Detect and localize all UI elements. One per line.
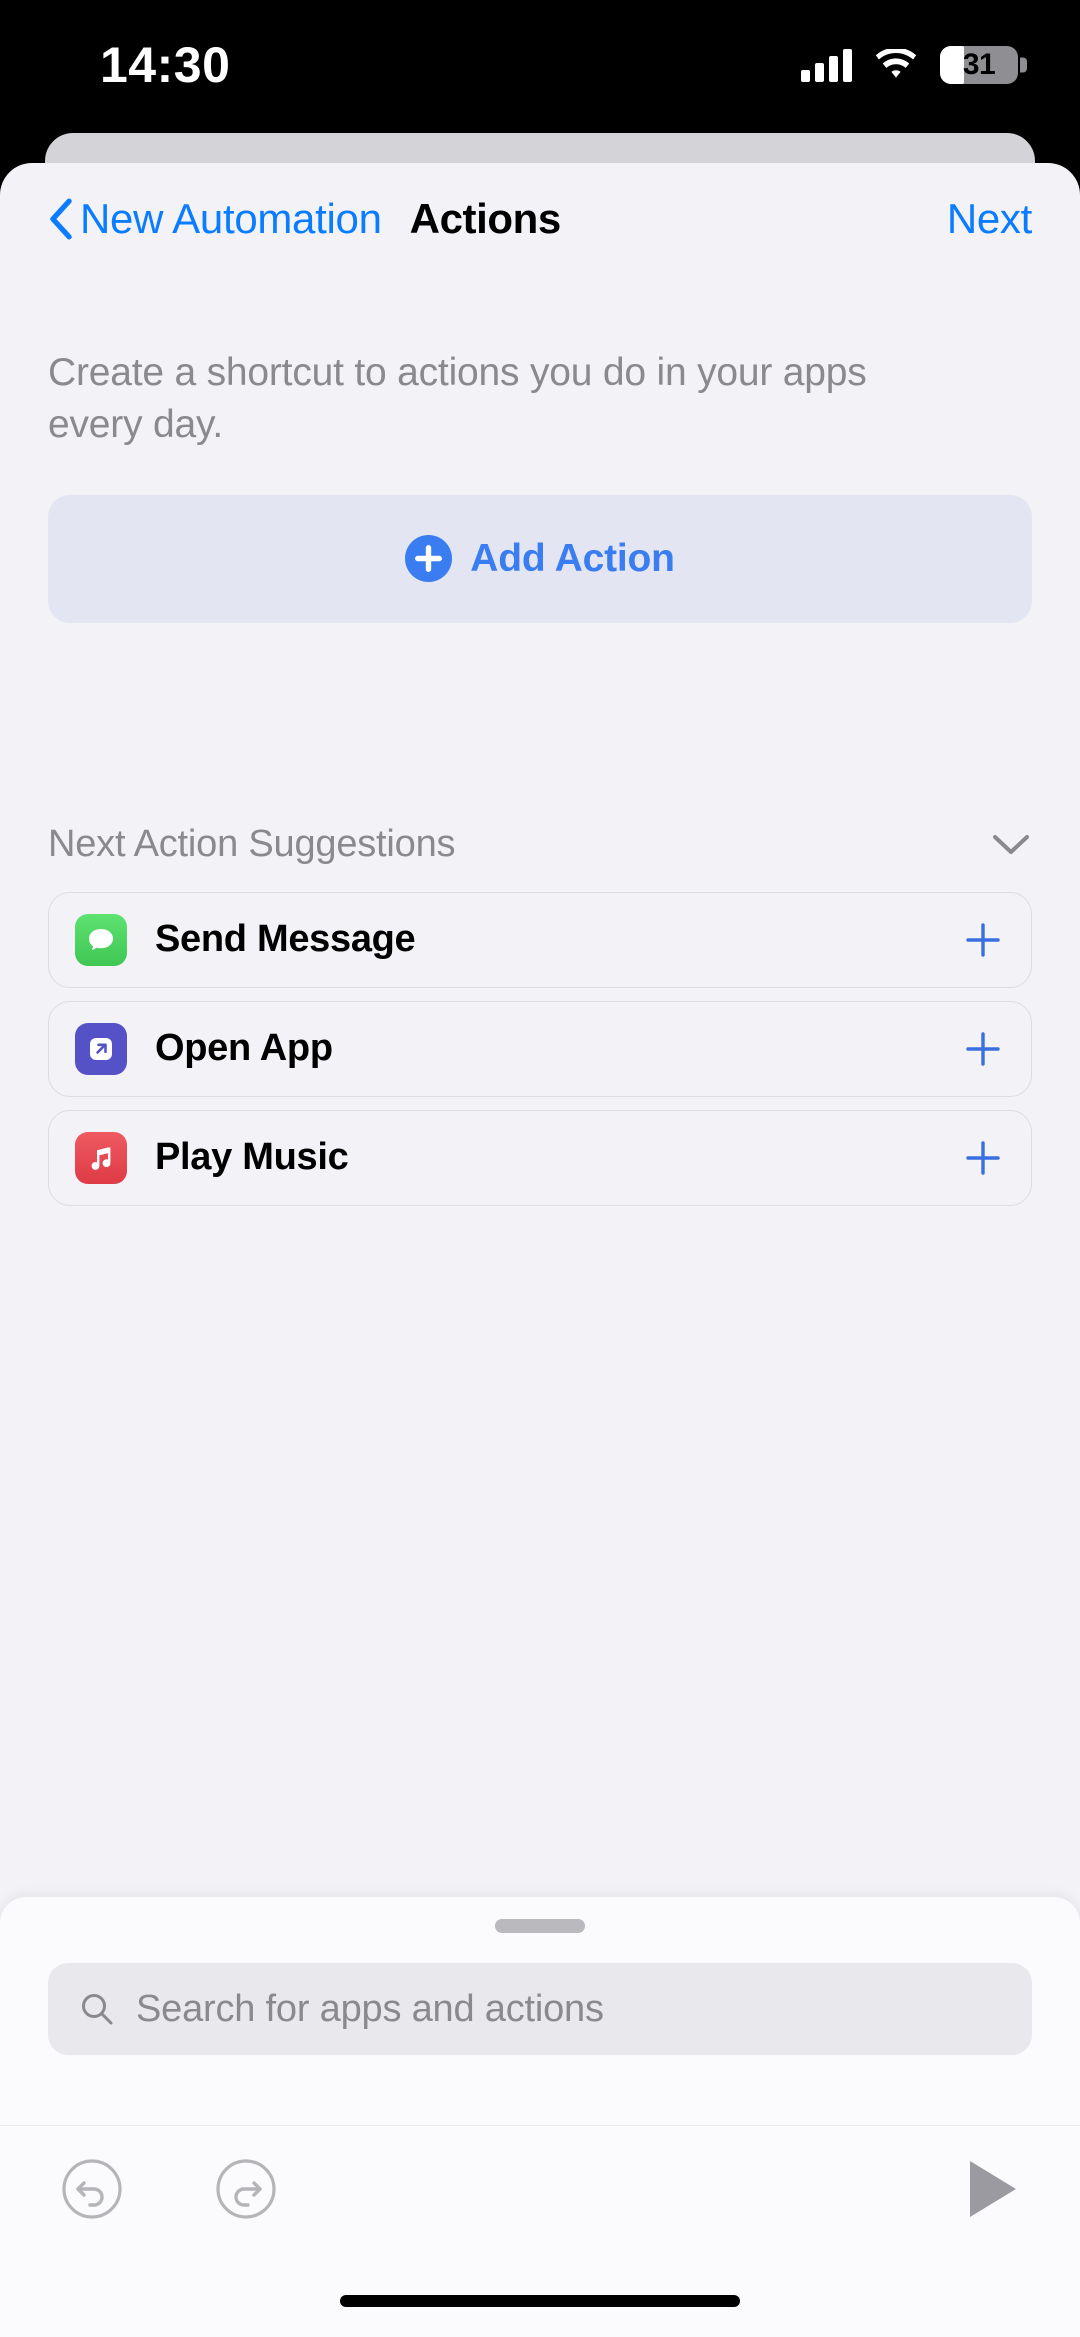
speech-bubble-glyph [88, 928, 113, 951]
music-app-icon [75, 1131, 127, 1184]
arrow-up-right-glyph [90, 1037, 112, 1060]
search-input-placeholder: Search for apps and actions [136, 1987, 604, 2030]
list-item-label: Play Music [155, 1136, 349, 1179]
plus-icon[interactable] [963, 920, 1003, 960]
status-bar-indicators: 31 [801, 46, 1027, 84]
next-button[interactable]: Next [947, 195, 1032, 243]
actions-sheet: New Automation Actions Next Create a sho… [0, 163, 1080, 2337]
editor-toolbar [0, 2125, 1080, 2251]
list-item-label: Open App [155, 1027, 333, 1070]
plus-circle-icon [405, 535, 453, 583]
navigation-bar: New Automation Actions Next [0, 163, 1080, 275]
wifi-icon [875, 48, 917, 78]
battery-percent-label: 31 [962, 48, 996, 81]
status-bar-time: 14:30 [100, 37, 231, 93]
back-button-label: New Automation [80, 195, 382, 242]
cellular-signal-icon [801, 48, 852, 82]
plus-icon[interactable] [963, 1029, 1003, 1069]
open-app-icon [75, 1022, 127, 1075]
list-item[interactable]: Play Music [48, 1109, 1032, 1206]
add-action-button[interactable]: Add Action [48, 494, 1032, 623]
chevron-left-icon [50, 198, 72, 240]
search-icon [82, 1994, 113, 2025]
search-bottom-sheet: Search for apps and actions [0, 1897, 1080, 2337]
list-item-label: Send Message [155, 918, 416, 961]
music-note-glyph [91, 1147, 111, 1170]
redo-icon[interactable] [214, 2157, 278, 2221]
sheet-grabber[interactable] [495, 1919, 585, 1933]
next-action-suggestions-header[interactable]: Next Action Suggestions [48, 823, 1032, 866]
page-title: Actions [409, 195, 562, 242]
next-action-suggestions-title: Next Action Suggestions [48, 822, 456, 865]
list-item[interactable]: Send Message [48, 891, 1032, 988]
status-bar: 14:30 31 [0, 0, 1080, 130]
chevron-down-icon[interactable] [990, 831, 1032, 857]
battery-icon: 31 [940, 46, 1027, 84]
search-input[interactable]: Search for apps and actions [48, 1963, 1032, 2055]
undo-icon[interactable] [60, 2157, 124, 2221]
list-item[interactable]: Open App [48, 1000, 1032, 1097]
suggestions-list: Send Message Open App Play Music [48, 891, 1032, 1206]
play-icon[interactable] [966, 2158, 1020, 2220]
home-indicator [340, 2295, 740, 2307]
phone-screen: 14:30 31 New Automation Actions Next Cre… [0, 0, 1080, 2337]
back-button[interactable]: New Automation [48, 195, 382, 243]
plus-icon[interactable] [963, 1138, 1003, 1178]
messages-app-icon [75, 913, 127, 966]
description-text: Create a shortcut to actions you do in y… [48, 351, 867, 446]
add-action-label: Add Action [470, 536, 675, 580]
